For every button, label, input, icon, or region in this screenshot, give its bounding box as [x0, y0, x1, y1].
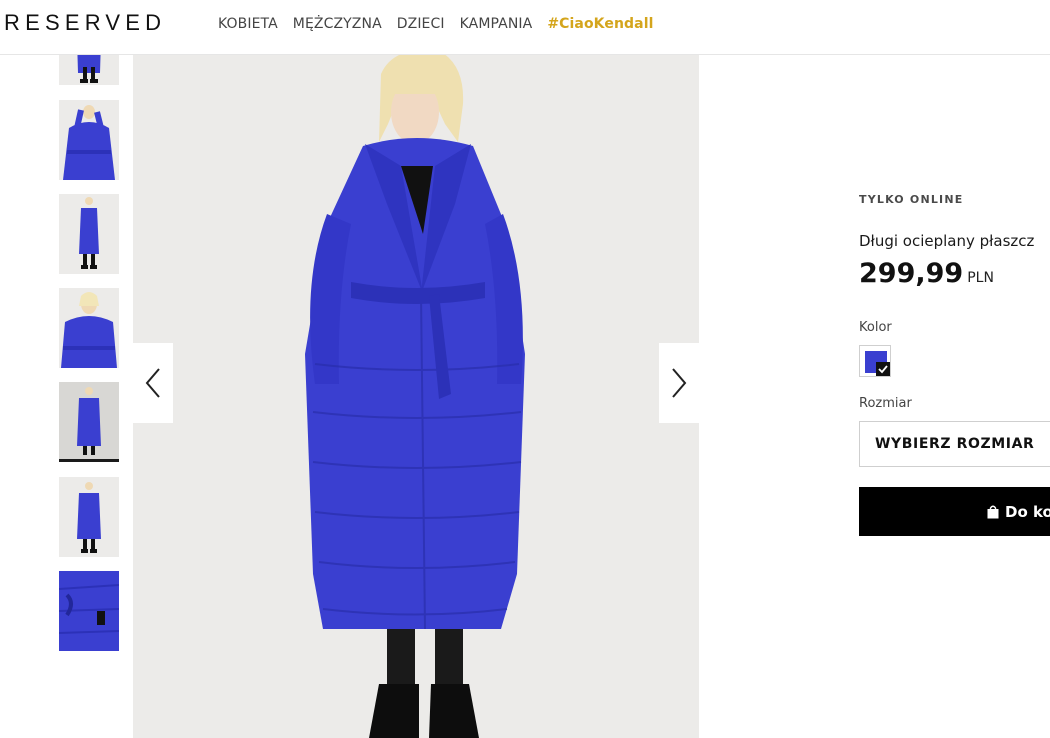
active-thumbnail-indicator [59, 459, 119, 462]
size-select[interactable]: WYBIERZ ROZMIAR [859, 421, 1050, 467]
nav-item-dzieci[interactable]: DZIECI [397, 16, 445, 32]
model-in-coat-photo [133, 54, 699, 738]
price-value: 299,99 [859, 258, 964, 289]
shopping-bag-icon [987, 505, 999, 519]
thumbnail-3[interactable] [59, 194, 119, 274]
main-product-image[interactable] [133, 54, 699, 738]
add-to-cart-label: Do koszyka [1005, 502, 1050, 521]
nav-item-kampania[interactable]: KAMPANIA [460, 16, 533, 32]
product-price: 299,99 PLN [859, 258, 994, 289]
nav-item-kobieta[interactable]: KOBIETA [218, 16, 278, 32]
thumbnail-4[interactable] [59, 288, 119, 368]
nav-item-mezczyzna[interactable]: MĘŻCZYZNA [293, 16, 382, 32]
add-to-cart-button[interactable]: Do koszyka [859, 487, 1050, 536]
site-header: RESERVED KOBIETA MĘŻCZYZNA DZIECI KAMPAN… [0, 0, 1050, 55]
color-label: Kolor [859, 320, 892, 335]
size-select-placeholder: WYBIERZ ROZMIAR [875, 436, 1035, 452]
online-only-badge: TYLKO ONLINE [859, 193, 964, 206]
product-title: Długi ocieplany płaszcz [859, 232, 1035, 250]
checkmark-icon [876, 362, 890, 376]
logo[interactable]: RESERVED [4, 10, 166, 36]
main-nav: KOBIETA MĘŻCZYZNA DZIECI KAMPANIA #CiaoK… [218, 16, 669, 32]
next-image-button[interactable] [659, 343, 699, 423]
price-currency: PLN [967, 270, 994, 286]
thumbnail-7[interactable] [59, 571, 119, 651]
thumbnail-strip [59, 0, 119, 738]
chevron-left-icon [145, 368, 160, 398]
previous-image-button[interactable] [133, 343, 173, 423]
thumbnail-2[interactable] [59, 100, 119, 180]
color-swatch-blue[interactable] [859, 345, 891, 377]
thumbnail-5[interactable] [59, 382, 119, 462]
chevron-right-icon [672, 368, 687, 398]
thumbnail-6[interactable] [59, 477, 119, 557]
size-label: Rozmiar [859, 396, 912, 411]
nav-item-ciaokendall[interactable]: #CiaoKendall [547, 16, 653, 32]
